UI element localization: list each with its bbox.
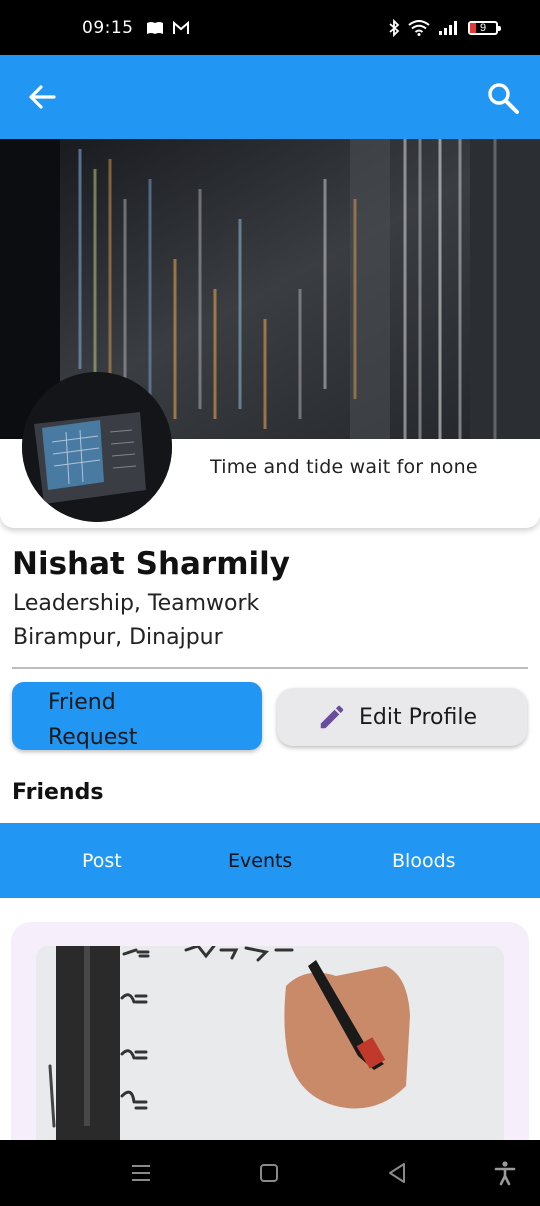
profile-location: Birampur, Dinajpur — [13, 625, 223, 650]
friend-request-label-line1: Friend — [48, 690, 116, 715]
divider — [12, 667, 528, 669]
system-nav-bar — [0, 1140, 540, 1206]
signal-icon — [439, 20, 457, 35]
post-image[interactable] — [36, 946, 504, 1156]
status-time: 09:15 — [82, 17, 134, 38]
avatar[interactable] — [22, 372, 172, 522]
friends-title: Friends — [12, 780, 104, 805]
accessibility-icon[interactable] — [492, 1160, 518, 1186]
gmail-icon — [172, 20, 189, 34]
profile-quote: Time and tide wait for none — [210, 456, 478, 478]
friend-request-button[interactable]: Friend Request — [12, 682, 262, 750]
tab-post[interactable]: Post — [82, 823, 122, 898]
pencil-icon — [320, 705, 344, 729]
post-image-photo — [36, 946, 504, 1156]
arrow-left-icon[interactable] — [26, 81, 58, 113]
book-icon — [146, 21, 163, 34]
tab-bloods[interactable]: Bloods — [392, 823, 456, 898]
home-icon[interactable] — [256, 1160, 282, 1186]
app-bar — [0, 55, 540, 139]
edit-profile-label: Edit Profile — [359, 704, 478, 730]
tab-events[interactable]: Events — [228, 823, 292, 898]
avatar-image — [22, 372, 172, 522]
bluetooth-icon — [389, 18, 400, 37]
wifi-icon — [408, 19, 430, 36]
edit-profile-button[interactable]: Edit Profile — [277, 688, 527, 746]
recent-apps-icon[interactable] — [128, 1160, 154, 1186]
battery-level: 9 — [479, 21, 487, 34]
back-icon[interactable] — [384, 1160, 410, 1186]
tab-bar: Post Events Bloods — [0, 823, 540, 898]
search-icon[interactable] — [486, 81, 520, 115]
status-bar: 09:15 9 — [0, 0, 540, 55]
profile-skills: Leadership, Teamwork — [13, 591, 260, 616]
friend-request-label-line2: Request — [48, 725, 138, 750]
profile-name: Nishat Sharmily — [12, 546, 290, 582]
battery-icon: 9 — [468, 20, 501, 35]
